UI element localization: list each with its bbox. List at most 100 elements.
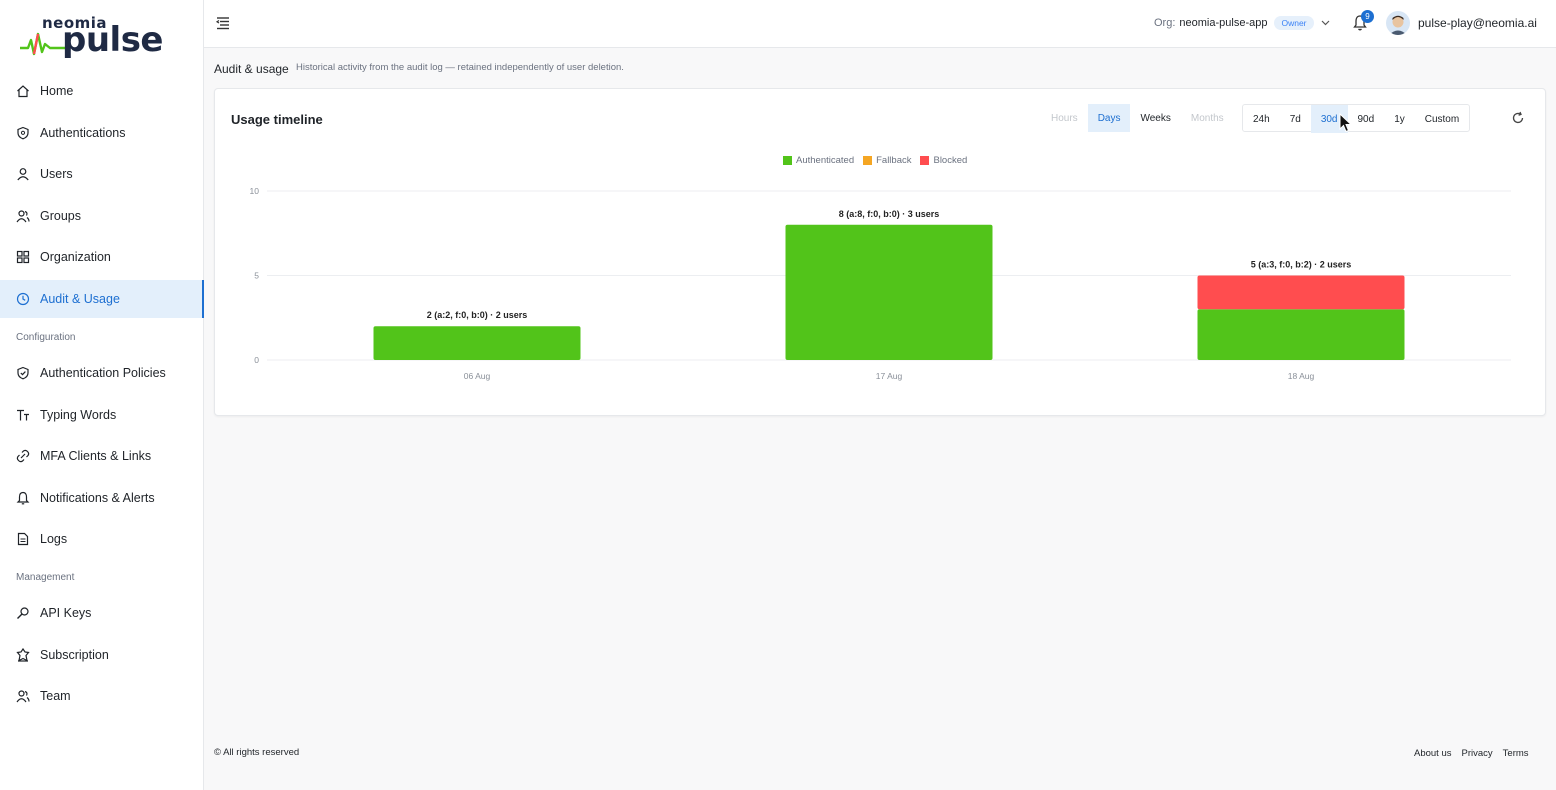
sidebar-item-label: Logs (40, 532, 68, 546)
sidebar-item-home[interactable]: Home (0, 72, 204, 110)
file-icon (16, 532, 30, 546)
sidebar-item-label: Groups (40, 208, 81, 223)
sidebar-item-label: MFA Clients & Links (40, 449, 152, 463)
footer-link-terms[interactable]: Terms (1503, 748, 1529, 759)
legend-swatch (783, 156, 792, 165)
sidebar-item-api-keys[interactable]: API Keys (0, 594, 204, 632)
granularity-months-button[interactable]: Months (1181, 104, 1234, 132)
sidebar-item-label: Audit & Usage (40, 292, 120, 306)
range-selector: 24h 7d 30d 90d 1y Custom (1242, 104, 1471, 133)
sidebar-item-label: Home (40, 84, 74, 98)
sidebar-item-label: Team (40, 689, 71, 703)
bar-data-label: 8 (a:8, f:0, b:0) · 3 users (839, 209, 940, 219)
sidebar-item-authentications[interactable]: Authentications (0, 114, 204, 152)
bar-authenticated[interactable] (373, 326, 581, 360)
sidebar-item-label: Authentications (40, 125, 126, 140)
page-title: Audit & usage (214, 62, 289, 76)
legend-item-blocked[interactable]: Blocked (920, 155, 967, 166)
sidebar-item-label: Organization (40, 250, 111, 265)
top-bar: Org: neomia-pulse-app Owner 9 pulse-play… (204, 0, 1556, 48)
sidebar-item-label: Subscription (40, 647, 109, 662)
footer-copyright: © All rights reserved (214, 747, 300, 758)
home-icon (16, 84, 30, 98)
shield-check-icon (16, 366, 30, 380)
user-avatar[interactable] (1386, 11, 1410, 35)
bar-data-label: 5 (a:3, f:0, b:2) · 2 users (1251, 260, 1352, 270)
range-1y-button[interactable]: 1y (1384, 105, 1415, 133)
range-90d-button[interactable]: 90d (1348, 105, 1385, 133)
legend-label: Blocked (933, 155, 968, 166)
legend-swatch (863, 156, 873, 165)
logo-brand-big: pulse (62, 20, 164, 60)
y-tick-label: 0 (254, 355, 259, 365)
pulse-wave-icon (20, 32, 66, 56)
sidebar-item-label: API Keys (40, 606, 92, 620)
refresh-icon[interactable] (1511, 111, 1525, 125)
x-tick-label: 18 Aug (1288, 371, 1315, 381)
granularity-weeks-button[interactable]: Weeks (1130, 104, 1180, 132)
legend-item-fallback[interactable]: Fallback (863, 155, 911, 166)
sidebar-item-audit-and-usage[interactable]: Audit & Usage (0, 280, 204, 318)
legend-item-authenticated[interactable]: Authenticated (783, 155, 854, 166)
range-24h-button[interactable]: 24h (1243, 105, 1280, 133)
granularity-hours-button[interactable]: Hours (1041, 104, 1088, 132)
x-tick-label: 06 Aug (464, 371, 491, 381)
sidebar-item-users[interactable]: Users (0, 155, 204, 193)
page-subtitle: Historical activity from the audit log —… (296, 62, 624, 73)
nav-section-management: Management (16, 572, 75, 583)
range-7d-button[interactable]: 7d (1280, 105, 1311, 133)
badge-icon (16, 647, 30, 662)
footer-link-privacy[interactable]: Privacy (1462, 748, 1493, 759)
granularity-selector: Hours Days Weeks Months (1041, 104, 1234, 132)
bell-icon (16, 491, 30, 505)
y-tick-label: 10 (250, 186, 260, 196)
sidebar-item-typing-words[interactable]: Typing Words (0, 396, 204, 434)
usage-bar-chart: 0 5 10 2 (a:2, f:0, b:0) · 2 users 06 Aug 8 (… (250, 186, 1511, 381)
mouse-cursor-icon (1339, 113, 1353, 133)
bar-authenticated[interactable] (785, 224, 993, 360)
sidebar-item-team[interactable]: Team (0, 677, 204, 715)
sidebar-item-label: Users (40, 167, 73, 182)
sidebar: neomia pulse Home Authentications Users Gro… (0, 0, 204, 790)
link-icon (16, 449, 30, 463)
sidebar-item-organization[interactable]: Organization (0, 238, 204, 276)
chevron-down-icon (1321, 20, 1329, 26)
sidebar-item-subscription[interactable]: Subscription (0, 636, 204, 674)
user-email[interactable]: pulse-play@neomia.ai (1418, 16, 1537, 30)
usage-timeline-card: Usage timeline Hours Days Weeks Months 24h 7… (214, 88, 1546, 416)
nav-section-configuration: Configuration (16, 332, 76, 343)
bar-authenticated[interactable] (1197, 309, 1405, 360)
role-badge: Owner (1274, 16, 1314, 30)
sidebar-item-mfa-clients-and-links[interactable]: MFA Clients & Links (0, 437, 204, 475)
sidebar-item-notifications-and-alerts[interactable]: Notifications & Alerts (0, 479, 204, 517)
notification-count-badge: 9 (1361, 10, 1374, 23)
menu-toggle-icon[interactable] (216, 16, 230, 30)
legend-swatch (920, 156, 930, 165)
sidebar-item-logs[interactable]: Logs (0, 520, 204, 558)
org-switcher[interactable]: Org: neomia-pulse-app Owner (1154, 16, 1330, 30)
sidebar-item-authentication-policies[interactable]: Authentication Policies (0, 354, 204, 392)
chart-legend: Authenticated Fallback Blocked (783, 155, 976, 166)
legend-label: Fallback (876, 155, 912, 166)
user-icon (16, 167, 30, 181)
app-logo[interactable]: neomia pulse (20, 12, 164, 60)
org-label: Org: (1154, 17, 1176, 29)
bar-data-label: 2 (a:2, f:0, b:0) · 2 users (427, 310, 528, 320)
team-icon (16, 689, 30, 703)
org-name: neomia-pulse-app (1179, 17, 1268, 29)
range-custom-button[interactable]: Custom (1415, 105, 1469, 133)
key-icon (16, 606, 30, 620)
legend-label: Authenticated (796, 155, 855, 166)
sidebar-item-groups[interactable]: Groups (0, 197, 204, 235)
sidebar-item-label: Authentication Policies (40, 366, 166, 380)
sidebar-item-label: Notifications & Alerts (40, 490, 155, 505)
footer-links: About us Privacy Terms (1414, 748, 1539, 759)
grid-icon (16, 250, 30, 264)
text-icon (16, 408, 30, 422)
bar-blocked[interactable] (1197, 275, 1405, 310)
users-icon (16, 209, 30, 223)
granularity-days-button[interactable]: Days (1087, 104, 1131, 132)
footer-link-about-us[interactable]: About us (1414, 748, 1452, 759)
card-title: Usage timeline (231, 112, 323, 127)
x-tick-label: 17 Aug (876, 371, 903, 381)
